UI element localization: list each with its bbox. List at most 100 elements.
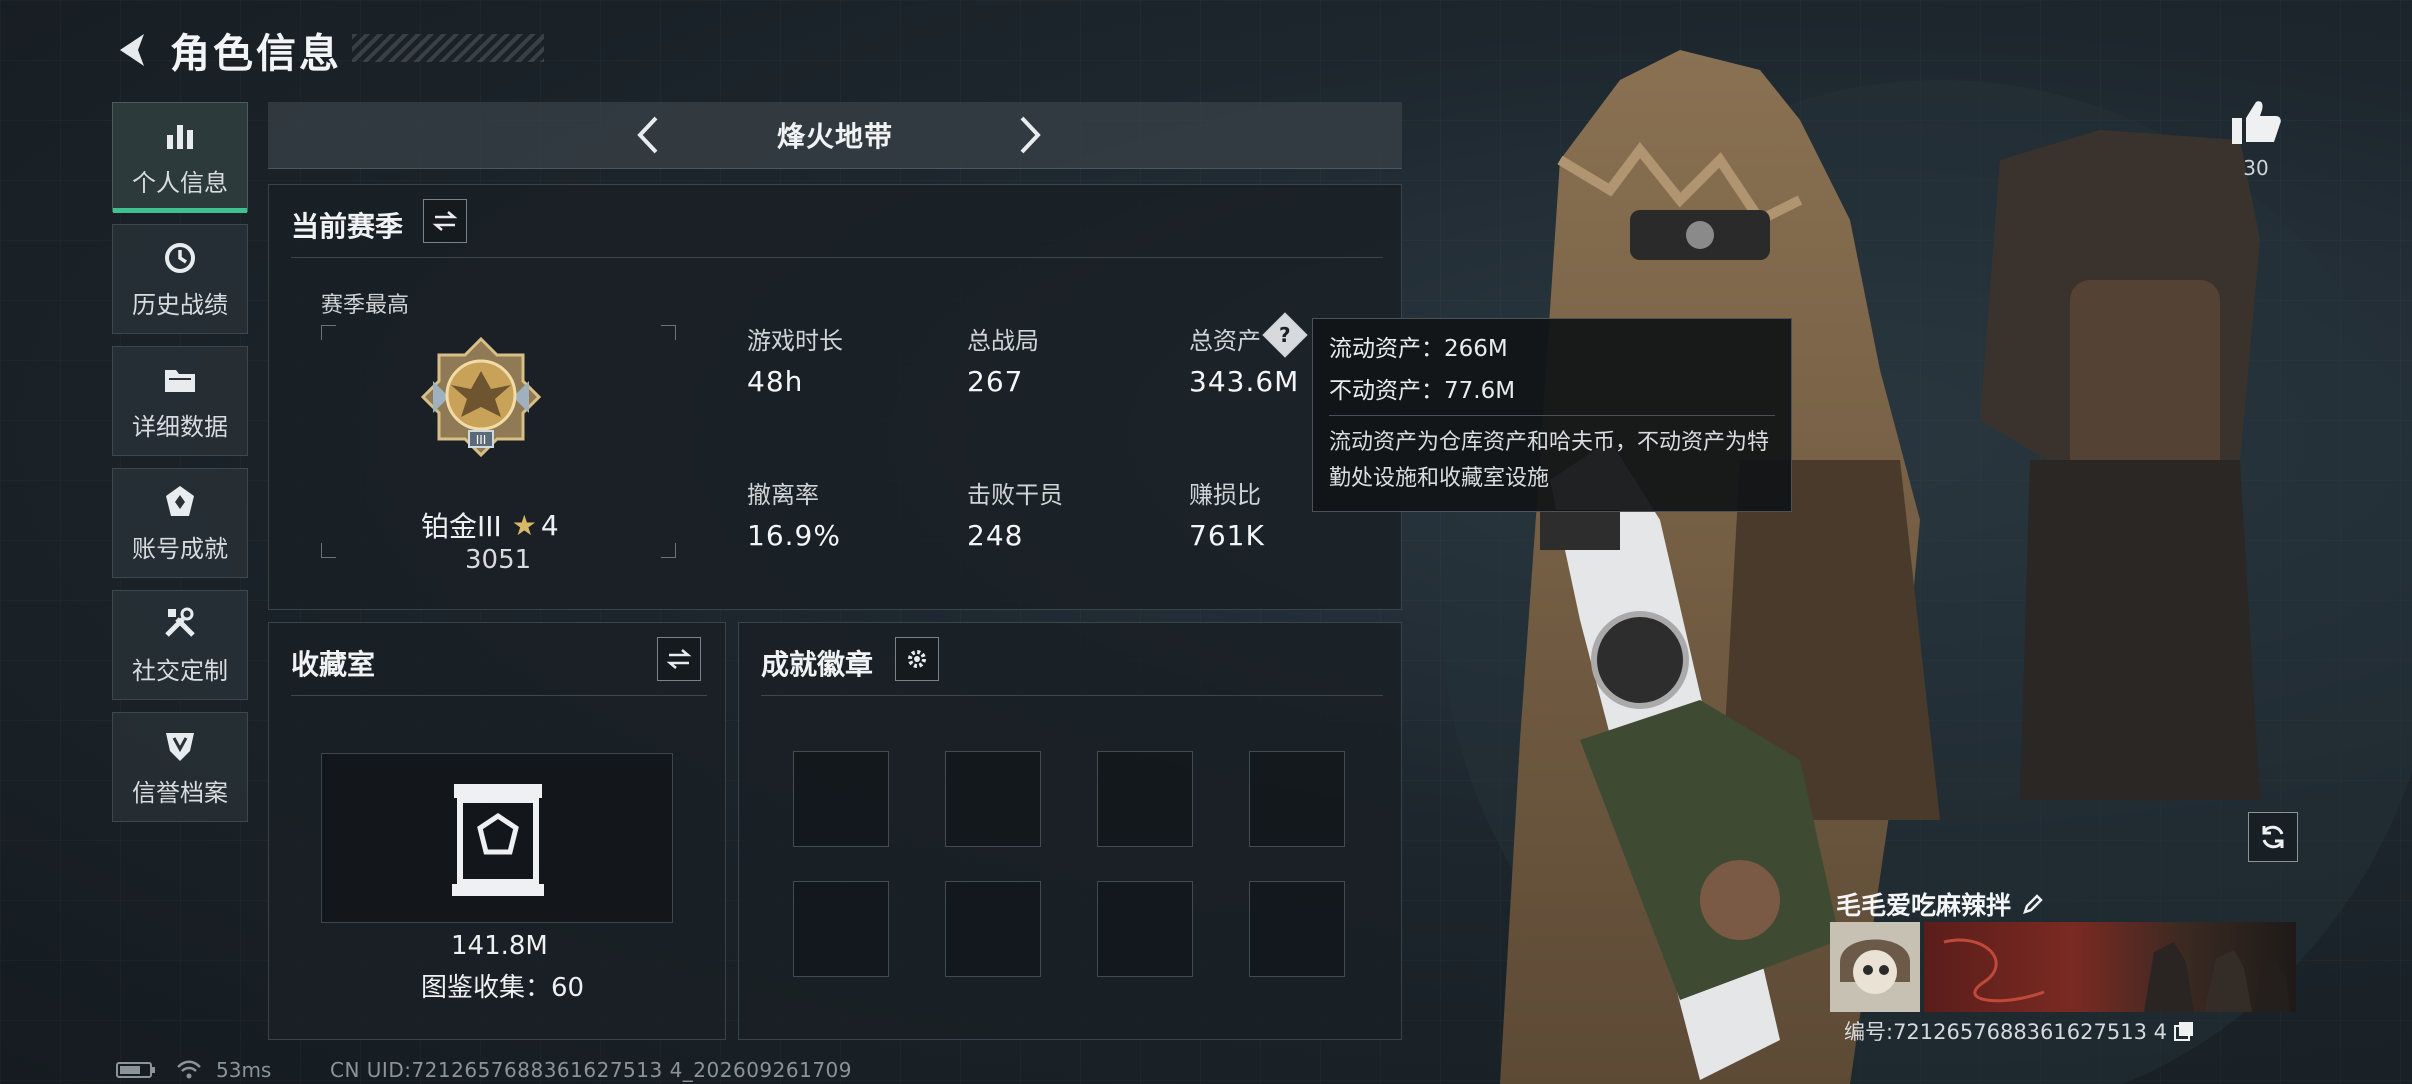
rotate-model-button[interactable] <box>2248 812 2298 862</box>
player-id-row: 编号:7212657688361627513 4 <box>1844 1016 2195 1046</box>
clock-icon <box>165 242 195 273</box>
vault-preview[interactable] <box>321 753 673 923</box>
stat-label-playtime: 游戏时长 <box>747 327 843 355</box>
question-icon: ? <box>1279 322 1291 347</box>
stat-label-profit-ratio: 赚损比 <box>1189 481 1261 509</box>
frame-corner <box>661 543 676 558</box>
shield-icon <box>166 732 194 761</box>
copy-icon[interactable] <box>2173 1020 2195 1042</box>
assets-description: 流动资产为仓库资产和哈夫币，不动资产为特勤处设施和收藏室设施 <box>1329 430 1770 491</box>
profile-name-row: 毛毛爱吃麻辣拌 <box>1836 886 2045 922</box>
stat-value-profit-ratio: 761K <box>1189 519 1265 552</box>
badge-slot[interactable] <box>793 751 889 847</box>
stat-label-matches: 总战局 <box>967 327 1039 355</box>
mode-selector: 烽火地带 <box>268 102 1402 169</box>
nav-item-achievements[interactable]: 账号成就 <box>112 468 248 578</box>
wifi-icon <box>177 1060 201 1079</box>
nav-item-social[interactable]: 社交定制 <box>112 590 248 700</box>
bar-chart-icon <box>167 124 193 149</box>
season-best-label: 赛季最高 <box>321 293 410 318</box>
collection-title: 收藏室 <box>291 648 376 681</box>
player-name: 毛毛爱吃麻辣拌 <box>1836 891 2012 920</box>
banner-art <box>1943 938 2290 1012</box>
folder-icon <box>165 369 195 392</box>
vault-icon <box>452 784 544 896</box>
catalog-count: 图鉴收集：60 <box>421 973 585 1003</box>
prev-mode-arrow-icon[interactable] <box>628 112 674 158</box>
badge-slot[interactable] <box>1097 881 1193 977</box>
badges-title: 成就徽章 <box>761 648 874 681</box>
ping-value: 53ms <box>216 1058 272 1082</box>
status-bar: 53ms <box>116 1058 271 1082</box>
thumbs-up-icon <box>2232 101 2281 144</box>
star-icon: ★ <box>511 508 537 542</box>
stat-label-kills: 击败干员 <box>967 481 1063 509</box>
title-decoration <box>352 34 544 62</box>
stat-value-total-assets: 343.6M <box>1189 365 1300 398</box>
collection-panel: 收藏室 141.8M 图鉴收集：60 <box>268 622 726 1040</box>
rank-emblem-icon: III <box>420 336 542 458</box>
swap-icon <box>666 649 692 669</box>
tools-icon <box>165 607 195 637</box>
gear-icon <box>908 650 926 668</box>
tooltip-divider <box>1329 415 1775 416</box>
season-title: 当前赛季 <box>291 210 404 243</box>
nav-label: 历史战绩 <box>132 290 228 319</box>
like-widget[interactable]: 30 <box>2224 98 2288 180</box>
frame-corner <box>661 325 676 340</box>
profile-banner[interactable] <box>1924 922 2296 1012</box>
divider <box>291 695 707 696</box>
nav-item-personal-info[interactable]: 个人信息 <box>112 102 248 213</box>
badge-slot[interactable] <box>793 881 889 977</box>
avatar[interactable] <box>1830 922 1920 1012</box>
liquid-assets: 流动资产：266M <box>1329 336 1508 362</box>
rank-score: 3051 <box>465 545 532 575</box>
svg-text:III: III <box>476 433 487 447</box>
uid-text: CN UID:7212657688361627513 4_20260926170… <box>330 1058 853 1082</box>
badge-slot[interactable] <box>945 751 1041 847</box>
switch-collection-button[interactable] <box>657 637 701 681</box>
page-header: 角色信息 <box>112 20 342 80</box>
divider <box>761 695 1383 696</box>
side-nav: 个人信息 历史战绩 详细数据 账号成就 社交定制 信誉档案 <box>112 102 250 834</box>
rank-name: 铂金III <box>421 510 502 543</box>
badge-settings-button[interactable] <box>895 637 939 681</box>
rank-name-row: 铂金III ★ 4 <box>421 505 559 545</box>
nav-label: 社交定制 <box>132 656 228 685</box>
season-panel: 当前赛季 赛季最高 III 铂金III ★ 4 3051 游戏时长 48h 总战… <box>268 184 1402 610</box>
nav-label: 账号成就 <box>132 534 228 563</box>
badge-slot[interactable] <box>1249 881 1345 977</box>
mode-label: 烽火地带 <box>776 120 893 153</box>
next-mode-arrow-icon[interactable] <box>1004 112 1050 158</box>
nav-item-detailed-data[interactable]: 详细数据 <box>112 346 248 456</box>
rotate-icon <box>2262 825 2284 849</box>
nav-label: 个人信息 <box>132 168 228 197</box>
nav-item-reputation[interactable]: 信誉档案 <box>112 712 248 822</box>
stat-value-kills: 248 <box>967 519 1024 552</box>
divider <box>291 257 1383 258</box>
nav-label: 详细数据 <box>132 412 228 441</box>
assets-tooltip: 流动资产：266M 不动资产：77.6M 流动资产为仓库资产和哈夫币，不动资产为… <box>1312 318 1792 512</box>
stat-label-extract-rate: 撤离率 <box>747 481 819 509</box>
badges-panel: 成就徽章 <box>738 622 1402 1040</box>
badge-slot[interactable] <box>1097 751 1193 847</box>
nav-label: 信誉档案 <box>132 778 228 807</box>
badge-slot[interactable] <box>945 881 1041 977</box>
badge-slot[interactable] <box>1249 751 1345 847</box>
back-arrow-icon[interactable] <box>112 28 156 72</box>
switch-season-button[interactable] <box>423 199 467 243</box>
collection-value: 141.8M <box>451 931 548 961</box>
page-title: 角色信息 <box>170 31 342 77</box>
rank-stars: 4 <box>540 508 559 542</box>
profile-card: 毛毛爱吃麻辣拌 <box>1830 880 2296 1012</box>
player-id: 编号:7212657688361627513 4 <box>1844 1020 2167 1044</box>
stat-value-matches: 267 <box>967 365 1024 398</box>
frame-corner <box>321 325 336 340</box>
stat-label-total-assets: 总资产 <box>1189 327 1261 355</box>
assets-help-button[interactable]: ? <box>1262 312 1308 358</box>
frame-corner <box>321 543 336 558</box>
swap-icon <box>432 211 458 231</box>
achievement-icon <box>166 485 194 516</box>
nav-item-history[interactable]: 历史战绩 <box>112 224 248 334</box>
edit-pencil-icon[interactable] <box>2021 892 2045 916</box>
